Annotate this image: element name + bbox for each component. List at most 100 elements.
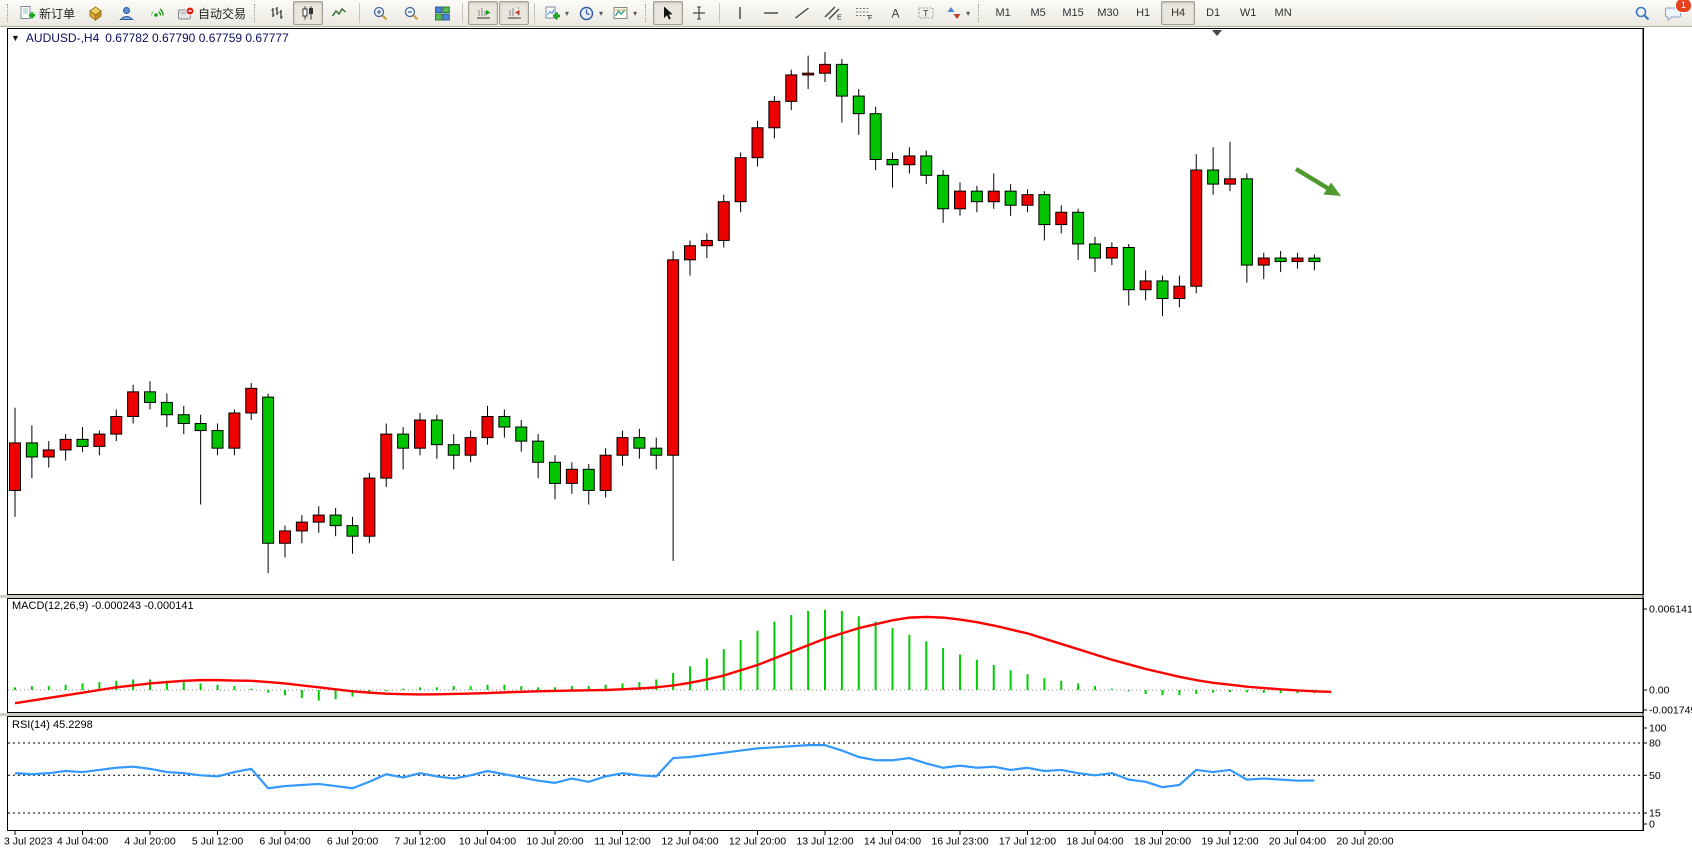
text-button[interactable]: A (880, 1, 910, 25)
candle (26, 443, 37, 457)
trendline-icon (793, 5, 811, 21)
candle (499, 416, 510, 427)
dropdown-caret-icon: ▾ (599, 9, 603, 18)
profile-button[interactable] (111, 1, 141, 25)
candle (448, 445, 459, 456)
chart-shift-icon (506, 5, 523, 21)
candle (1208, 170, 1219, 184)
dropdown-caret-icon: ▾ (565, 9, 569, 18)
timeframe-h4-button[interactable]: H4 (1161, 1, 1195, 25)
candle (786, 75, 797, 101)
candlestick-chart-button[interactable] (293, 1, 323, 25)
candle (870, 114, 881, 160)
market-box-button[interactable] (80, 1, 110, 25)
cursor-button[interactable] (653, 1, 683, 25)
candle (1157, 281, 1168, 299)
candle (313, 515, 324, 522)
search-button[interactable] (1627, 1, 1657, 25)
vertical-line-button[interactable] (725, 1, 755, 25)
chart-canvas[interactable]: 0.690800.688950.687100.685200.683350.681… (0, 27, 1692, 851)
candle (161, 402, 172, 414)
zoom-in-button[interactable] (365, 1, 395, 25)
zoom-in-icon (372, 5, 389, 22)
candle (10, 443, 21, 491)
candle (853, 96, 864, 114)
timeframe-m15-button[interactable]: M15 (1056, 1, 1090, 25)
date-label: 6 Jul 04:00 (259, 836, 311, 848)
templates-button[interactable]: ▾ (608, 1, 641, 25)
chart-shift-button[interactable] (499, 1, 529, 25)
equidistant-channel-button[interactable]: E (818, 1, 848, 25)
trendline-button[interactable] (787, 1, 817, 25)
candle (229, 413, 240, 448)
candle (803, 73, 814, 75)
candle (1106, 247, 1117, 258)
periods-button[interactable]: ▾ (574, 1, 607, 25)
candle (128, 392, 139, 417)
candle (1191, 170, 1202, 286)
candle (1225, 179, 1236, 184)
toolbar-drag-handle (7, 4, 11, 22)
equidistant-channel-icon: E (823, 5, 843, 21)
timeframe-d1-button[interactable]: D1 (1196, 1, 1230, 25)
date-label: 12 Jul 04:00 (661, 836, 718, 848)
symbol-dropdown-icon[interactable]: ▼ (11, 33, 20, 43)
chat-button[interactable]: 1 (1658, 1, 1688, 25)
zoom-out-button[interactable] (396, 1, 426, 25)
line-chart-button[interactable] (324, 1, 354, 25)
candle (77, 439, 88, 446)
timeframe-w1-button[interactable]: W1 (1231, 1, 1265, 25)
timeframe-m5-button[interactable]: M5 (1021, 1, 1055, 25)
new-order-label: 新订单 (39, 5, 75, 22)
candle (887, 159, 898, 164)
candle (111, 416, 122, 434)
svg-text:E: E (837, 15, 842, 22)
tile-windows-icon (434, 5, 451, 22)
signal-button[interactable] (142, 1, 172, 25)
candle (988, 191, 999, 202)
fibonacci-button[interactable]: F (849, 1, 879, 25)
date-label: 19 Jul 12:00 (1201, 836, 1258, 848)
candle (1090, 244, 1101, 258)
candle (617, 438, 628, 456)
macd-indicator-label: MACD(12,26,9) -0.000243 -0.000141 (12, 600, 194, 612)
line-chart-icon (331, 5, 347, 21)
mt4-application: { "toolbar": { "new_order_label": "新订单",… (0, 0, 1692, 851)
autotrading-button[interactable]: 自动交易 (173, 1, 250, 25)
date-label: 6 Jul 20:00 (327, 836, 379, 848)
rsi-axis-label: 100 (1649, 723, 1667, 735)
vertical-line-icon (733, 5, 747, 21)
indicators-button[interactable]: ▾ (540, 1, 573, 25)
candle (195, 424, 206, 431)
horizontal-line-button[interactable] (756, 1, 786, 25)
text-label-icon: T (917, 5, 935, 21)
arrows-button[interactable]: ▾ (942, 1, 974, 25)
timeframe-m1-button[interactable]: M1 (986, 1, 1020, 25)
candle (347, 526, 358, 537)
crosshair-button[interactable] (684, 1, 714, 25)
timeframe-mn-button[interactable]: MN (1266, 1, 1300, 25)
timeframe-m30-button[interactable]: M30 (1091, 1, 1125, 25)
crosshair-icon (691, 5, 707, 21)
candle (769, 101, 780, 127)
candle (583, 469, 594, 490)
tile-windows-button[interactable] (427, 1, 457, 25)
cursor-icon (660, 5, 676, 21)
bar-chart-button[interactable] (262, 1, 292, 25)
date-label: 11 Jul 12:00 (594, 836, 651, 848)
timeframe-h1-button[interactable]: H1 (1126, 1, 1160, 25)
toolbar-separator (462, 3, 463, 23)
candle (651, 448, 662, 455)
candle (1140, 281, 1151, 290)
candle (246, 388, 257, 413)
pane-splitter[interactable] (0, 713, 1643, 716)
candle (1309, 258, 1320, 262)
arrows-icon (946, 5, 962, 21)
candle (1174, 286, 1185, 298)
new-order-button[interactable]: 新订单 (15, 1, 79, 25)
candle (685, 246, 696, 260)
pane-splitter[interactable] (0, 595, 1643, 598)
text-label-button[interactable]: T (911, 1, 941, 25)
auto-scroll-button[interactable] (468, 1, 498, 25)
candle (1022, 195, 1033, 206)
